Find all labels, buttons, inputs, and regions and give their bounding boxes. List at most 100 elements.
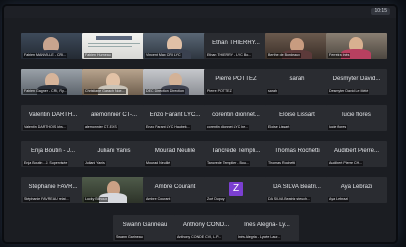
participant-tile[interactable]: Z Zoé Dupuy (204, 177, 268, 203)
participant-caption: alemonnier CT-EXS (84, 125, 118, 130)
participant-tile[interactable]: Ferreira Inès (326, 33, 387, 59)
participant-caption: DEC Direction Direction (145, 89, 185, 94)
clock-badge: 10:15 (371, 8, 390, 15)
participant-caption: Enja Boutin - J. Supervisée (23, 161, 69, 166)
participant-caption: Anthony CONDE CVI, L.P... (176, 235, 223, 240)
participant-caption: Fabien Hurneau (84, 53, 112, 58)
participant-tile[interactable]: Fabien Hurneau (82, 33, 146, 59)
participant-name: Audibert Pierre... (333, 148, 380, 154)
participant-tile[interactable]: Berthe de Bordeaux (265, 33, 329, 59)
participant-caption: Vincent Max CRI LYC (145, 53, 182, 58)
participant-tile[interactable]: sarah sarah (265, 69, 329, 95)
participant-tile[interactable]: Pierre POTTEZ Pierre POTTEZ (204, 69, 268, 95)
shared-screen-banner (96, 36, 132, 40)
participant-tile[interactable]: alemonnier CT-... alemonnier CT-EXS (82, 105, 146, 131)
participant-name: Eloise Lissart (279, 112, 315, 118)
participant-tile[interactable]: Fabien MANVILLE - CRI... (21, 33, 85, 59)
participant-name: Valentin DARTH... (28, 112, 78, 118)
participant-name: Pierre POTTEZ (215, 76, 257, 82)
grid-row: Fabien MANVILLE - CRI... Fabien Hurneau … (21, 33, 387, 59)
grid-row: Stéphanie FAVR... Stéphanie FAVREAU rela… (21, 177, 387, 203)
participant-caption: sarah (267, 89, 278, 94)
participant-tile[interactable]: Juliani Yanis Juliani Yanis (82, 141, 146, 167)
participant-caption: Mourad Neulilé (145, 161, 172, 166)
participant-tile[interactable]: lucie flores lucie flores (326, 105, 387, 131)
participant-tile[interactable]: Ethan THIERRY... Ethan THIERRY - LYC Bo.… (204, 33, 268, 59)
participant-tile[interactable]: Valentin DARTH... Valentin DARTHOIS khs.… (21, 105, 85, 131)
participant-tile[interactable]: Desmyter David... Desmyter David Le Mélé (326, 69, 387, 95)
participant-tile[interactable]: Lucky Bilhoux (82, 177, 146, 203)
participant-caption: DA SILVA Beatriz steuch... (267, 197, 312, 202)
participant-caption: Inès Alegria - Lycée Laur... (237, 235, 282, 240)
participant-caption: Fabien MANVILLE - CRI... (23, 53, 68, 58)
participant-name: Aya Lebrazi (340, 184, 373, 190)
participant-name: Enzo Farant LYC... (149, 112, 201, 118)
grid-row: Fabien Gagner - CRI, Ry... Christiane Ga… (21, 69, 387, 95)
participant-caption: Ambre Courant (145, 197, 172, 202)
participant-tile[interactable]: Audibert Pierre... Audibert Pierre CH... (326, 141, 387, 167)
participant-tile[interactable]: Stéphanie FAVR... Stéphanie FAVREAU rela… (21, 177, 85, 203)
grid-row: Enja Boutin - J... Enja Boutin - J. Supe… (21, 141, 387, 167)
participant-name: Tancrede Templi... (211, 148, 261, 154)
participant-caption: Thomas Rochetti (267, 161, 297, 166)
participant-name: lucie flores (342, 112, 371, 118)
participant-caption: Pierre POTTEZ (206, 89, 233, 94)
participant-tile-active-speaker[interactable]: Vincent Max CRI LYC (143, 33, 207, 59)
participant-tile[interactable]: Enzo Farant LYC... Enzo Farant LYC Haube… (143, 105, 207, 131)
participant-caption: Enzo Farant LYC Haubek... (145, 125, 191, 130)
participant-caption: Christiane Garach Noe... (84, 89, 126, 94)
participant-tile[interactable]: DA SILVA Beatri... DA SILVA Beatriz steu… (265, 177, 329, 203)
participant-caption: Audibert Pierre CH... (328, 161, 364, 166)
participant-tile[interactable]: Mourad Neulilé Mourad Neulilé (143, 141, 207, 167)
participant-name: sarah (289, 76, 305, 82)
participant-caption: Ferreira Inès (328, 53, 351, 58)
participant-tile[interactable]: Aya Lebrazi Aya Lebrazi (326, 177, 387, 203)
participant-tile[interactable]: Fabien Gagner - CRI, Ry... (21, 69, 85, 95)
participant-name: Ethan THIERRY... (212, 40, 260, 46)
participant-name: Anthony COND... (182, 222, 230, 228)
shared-screen-line (88, 43, 140, 44)
top-bar: 10:15 (4, 6, 396, 18)
participant-tile[interactable]: Ambre Courant Ambre Courant (143, 177, 207, 203)
participant-tile[interactable]: Eloise Lissart Eloise Lissart (265, 105, 329, 131)
shared-screen-line (88, 46, 132, 47)
participant-name: Juliani Yanis (97, 148, 131, 154)
participant-caption: Juliani Yanis (84, 161, 106, 166)
participant-caption: Valentin DARTHOIS khs... (23, 125, 67, 130)
participant-name: Stéphanie FAVR... (28, 184, 78, 190)
participant-name: Desmyter David... (332, 76, 381, 82)
participant-caption: Berthe de Bordeaux (267, 53, 301, 58)
participant-caption: Aya Lebrazi (328, 197, 349, 202)
participant-name: alemonnier CT-... (90, 112, 138, 118)
participant-tile[interactable]: Tancrede Templi... Tancrede Templier - B… (204, 141, 268, 167)
participant-name: corentin dionnet... (212, 112, 260, 118)
participant-name: Ambre Courant (154, 184, 196, 190)
participant-tile[interactable]: Thomas Rochetti Thomas Rochetti (265, 141, 329, 167)
participant-caption: Swann Garineau (115, 235, 144, 240)
participant-caption: corentin dionnet LYC be... (206, 125, 250, 130)
participant-tile[interactable]: Swann Garineau Swann Garineau (113, 215, 177, 241)
participant-caption: Tancrede Templier - Bou... (206, 161, 250, 166)
participant-tile[interactable]: Inès Alegria- Ly... Inès Alegria - Lycée… (235, 215, 299, 241)
participant-caption: Ethan THIERRY - LYC Bo... (206, 53, 253, 58)
participant-name: DA SILVA Beatri... (273, 184, 321, 190)
participant-caption: lucie flores (328, 125, 348, 130)
participant-tile[interactable]: DEC Direction Direction (143, 69, 207, 95)
meeting-window: 10:15 Fabien MANVILLE - CRI... Fabien Hu… (4, 6, 396, 242)
grid-row: Swann Garineau Swann Garineau Anthony CO… (113, 215, 299, 241)
participant-caption: Eloise Lissart (267, 125, 291, 130)
participant-tile[interactable]: Enja Boutin - J... Enja Boutin - J. Supe… (21, 141, 85, 167)
participant-caption: Fabien Gagner - CRI, Ry... (23, 89, 68, 94)
participant-name: Swann Garineau (122, 222, 168, 228)
participant-tile[interactable]: Christiane Garach Noe... (82, 69, 146, 95)
participant-caption: Zoé Dupuy (206, 197, 226, 202)
avatar: Z (229, 182, 243, 196)
participant-name: Thomas Rochetti (274, 148, 320, 154)
participant-tile[interactable]: Anthony COND... Anthony CONDE CVI, L.P..… (174, 215, 238, 241)
participant-caption: Lucky Bilhoux (84, 197, 109, 202)
participant-name: Inès Alegria- Ly... (244, 222, 290, 228)
participant-name: Enja Boutin - J... (30, 148, 76, 154)
participant-caption: Stéphanie FAVREAU relat... (23, 197, 70, 202)
participant-name: Mourad Neulilé (154, 148, 196, 154)
participant-tile[interactable]: corentin dionnet... corentin dionnet LYC… (204, 105, 268, 131)
